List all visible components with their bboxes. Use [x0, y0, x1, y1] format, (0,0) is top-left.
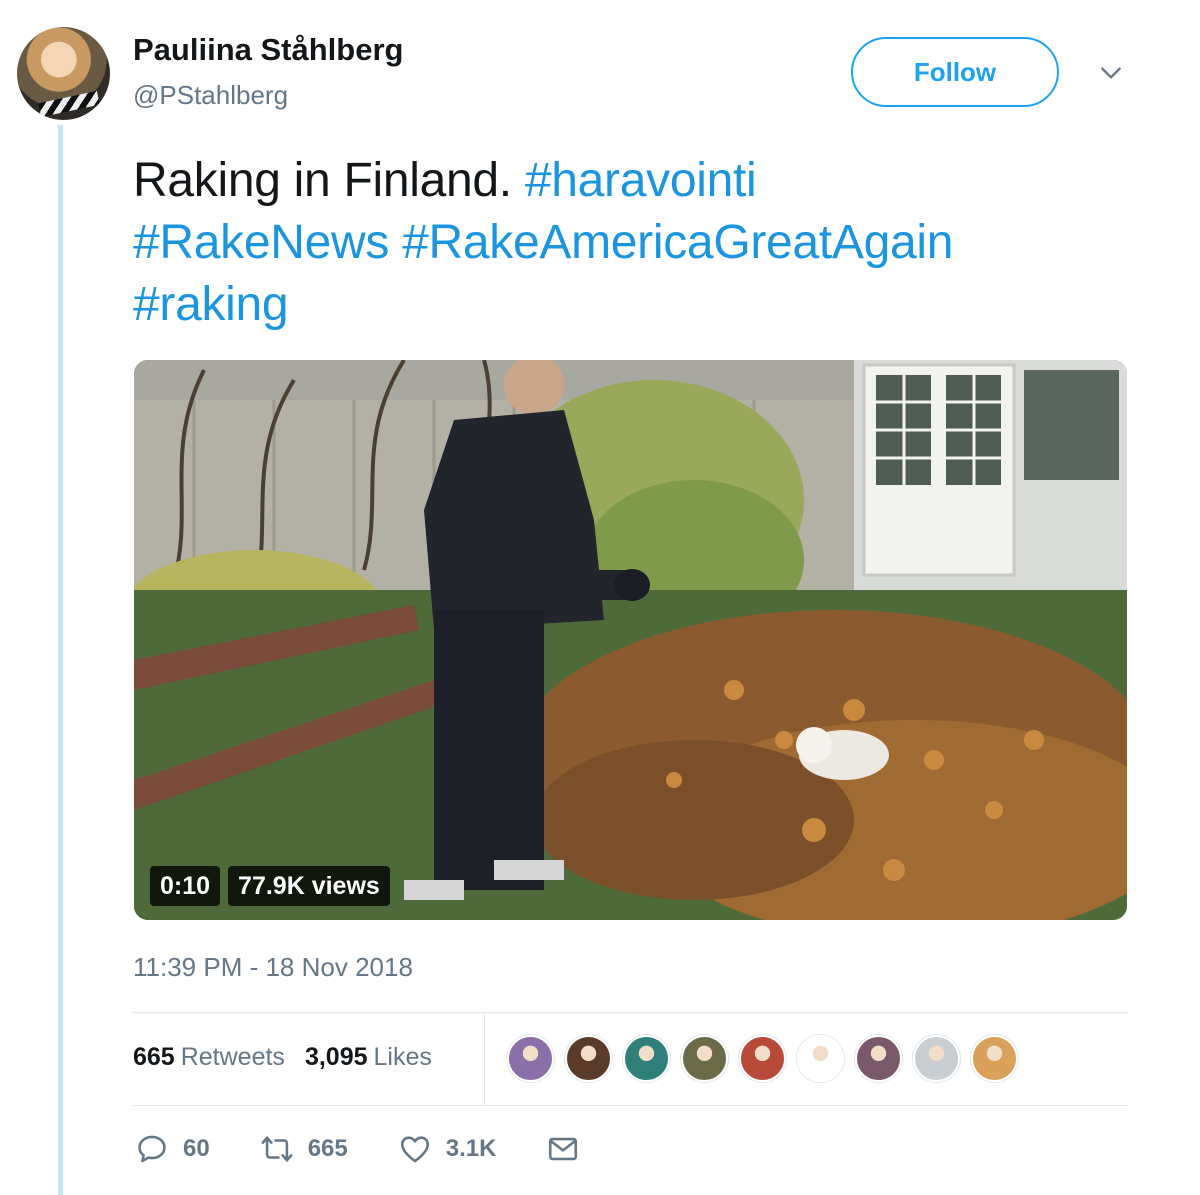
hashtag-rakenews[interactable]: #RakeNews	[133, 216, 389, 269]
video-player[interactable]: 0:10 77.9K views	[134, 360, 1127, 920]
reply-count: 60	[183, 1135, 210, 1162]
avatar[interactable]	[17, 27, 110, 120]
video-views: 77.9K views	[228, 866, 390, 906]
liker-avatar[interactable]	[855, 1035, 902, 1082]
tweet-actions: 60 665 3.1K	[135, 1132, 630, 1166]
reply-button[interactable]: 60	[135, 1132, 210, 1166]
liker-avatars	[507, 1035, 1018, 1082]
retweets-stat[interactable]: 665 Retweets	[133, 1043, 285, 1072]
envelope-icon	[549, 1137, 578, 1161]
liker-avatar[interactable]	[623, 1035, 670, 1082]
divider	[484, 1012, 485, 1105]
like-count: 3.1K	[445, 1135, 497, 1162]
liker-avatar[interactable]	[681, 1035, 728, 1082]
retweet-button[interactable]: 665	[260, 1132, 348, 1166]
likes-count: 3,095	[304, 1043, 368, 1071]
video-frame	[134, 360, 1127, 920]
retweets-count: 665	[133, 1043, 175, 1071]
hashtag-raking[interactable]: #raking	[133, 278, 289, 331]
heart-icon	[400, 1136, 429, 1163]
divider	[133, 1105, 1128, 1106]
user-handle[interactable]: @PStahlberg	[133, 80, 288, 111]
tweet-timestamp[interactable]: 11:39 PM - 18 Nov 2018	[133, 952, 413, 983]
liker-avatar[interactable]	[971, 1035, 1018, 1082]
tweet-body: Raking in Finland.	[133, 154, 512, 207]
chevron-down-icon[interactable]	[1098, 60, 1124, 86]
tweet-text: Raking in Finland. #haravointi #RakeNews…	[133, 150, 1133, 336]
video-badge: 0:10 77.9K views	[150, 866, 390, 906]
tweet-stats: 665 Retweets 3,095 Likes	[133, 1043, 432, 1072]
divider	[133, 1012, 1128, 1013]
retweet-icon	[261, 1136, 293, 1162]
retweet-count: 665	[307, 1135, 348, 1162]
likes-label: Likes	[373, 1043, 432, 1071]
hashtag-haravointi[interactable]: #haravointi	[525, 154, 757, 207]
liker-avatar[interactable]	[913, 1035, 960, 1082]
thread-line	[58, 125, 63, 1195]
hashtag-rakeamericagreatagain[interactable]: #RakeAmericaGreatAgain	[402, 216, 953, 269]
liker-avatar[interactable]	[507, 1035, 554, 1082]
liker-avatar[interactable]	[797, 1035, 844, 1082]
user-name[interactable]: Pauliina Ståhlberg	[133, 32, 403, 68]
reply-icon	[138, 1135, 166, 1163]
direct-message-button[interactable]	[546, 1132, 580, 1166]
follow-button[interactable]: Follow	[851, 37, 1059, 107]
liker-avatar[interactable]	[565, 1035, 612, 1082]
liker-avatar[interactable]	[739, 1035, 786, 1082]
video-duration: 0:10	[150, 866, 221, 906]
like-button[interactable]: 3.1K	[398, 1132, 497, 1166]
likes-stat[interactable]: 3,095 Likes	[305, 1043, 432, 1072]
retweets-label: Retweets	[180, 1043, 285, 1071]
